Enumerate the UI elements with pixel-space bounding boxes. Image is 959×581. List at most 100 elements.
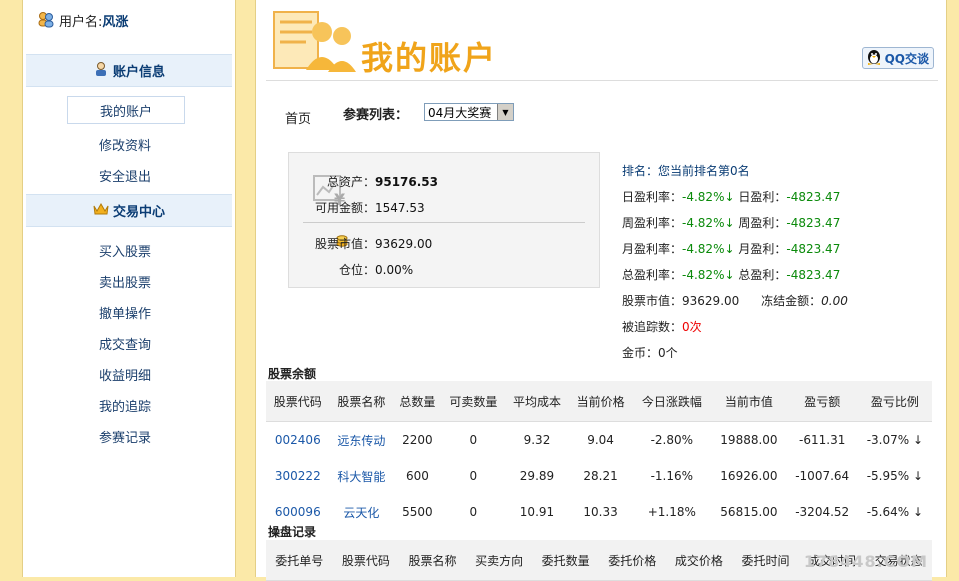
total-assets-value: 95176.53 <box>375 175 439 189</box>
qq-penguin-icon <box>865 48 883 69</box>
col-header: 当前价格 <box>568 381 633 422</box>
orders-title: 操盘记录 <box>268 525 317 539</box>
stock-name-link[interactable]: 云天化 <box>330 494 394 530</box>
col-header: 可卖数量 <box>441 381 506 422</box>
available-funds-value: 1547.53 <box>375 201 425 215</box>
total-row: 总盈利率：-4.82%↓ 总盈利：-4823.47 <box>622 266 840 283</box>
qq-chat-button[interactable]: QQ交谈 <box>861 47 934 69</box>
weekly-rate-value: -4.82%↓ <box>682 216 735 230</box>
nav-trade-query[interactable]: 成交查询 <box>67 330 183 356</box>
frozen-label: 冻结金额： <box>761 294 822 308</box>
home-link[interactable]: 首页 <box>285 108 311 127</box>
stock-code-link[interactable]: 300222 <box>266 458 330 494</box>
col-header: 平均成本 <box>505 381 569 422</box>
col-header: 委托数量 <box>532 540 599 581</box>
col-header: 委托时间 <box>732 540 799 581</box>
monthly-profit-label: 月盈利： <box>738 242 787 256</box>
col-header: 买卖方向 <box>465 540 533 581</box>
section-trading-center: 交易中心 <box>26 194 232 227</box>
stock-name-link[interactable]: 科大智能 <box>330 458 394 494</box>
cell-pl-pct: -3.07% ↓ <box>866 433 924 447</box>
col-header: 成交价格 <box>665 540 733 581</box>
nav-edit-profile[interactable]: 修改资料 <box>67 131 183 157</box>
page-header: 我的账户 QQ交谈 <box>266 0 938 81</box>
cell-total: 5500 <box>402 505 433 519</box>
page-title: 我的账户 <box>361 39 498 77</box>
tracked-row: 被追踪数：0次 <box>622 318 702 335</box>
col-header: 委托价格 <box>598 540 666 581</box>
holdings-title: 股票余额 <box>268 367 317 381</box>
holdings-header-row: 股票代码 股票名称 总数量 可卖数量 平均成本 当前价格 今日涨跌幅 当前市值 … <box>266 381 932 422</box>
nav-profit-detail[interactable]: 收益明细 <box>67 361 183 387</box>
tracked-label: 被追踪数： <box>622 320 683 334</box>
monthly-profit-value: -4823.47 <box>786 242 841 256</box>
cell-change: +1.18% <box>647 505 696 519</box>
weekly-row: 周盈利率：-4.82%↓ 周盈利：-4823.47 <box>622 214 840 231</box>
daily-rate-label: 日盈利率： <box>622 190 683 204</box>
nav-my-account[interactable]: 我的账户 <box>67 96 185 124</box>
total-assets-label: 总资产： <box>326 175 375 189</box>
section-trading-center-title: 交易中心 <box>112 205 165 220</box>
weekly-profit-value: -4823.47 <box>786 216 841 230</box>
weekly-profit-label: 周盈利： <box>738 216 787 230</box>
cell-cost: 10.91 <box>519 505 555 519</box>
sidebar: 用户名: 风涨 账户信息 我的账户 修改资料 安全退出 交易中心 买入股票 卖出… <box>22 0 236 577</box>
dropdown-arrow-icon[interactable]: ▼ <box>497 104 513 120</box>
table-row: 002406 远东传动 2200 0 9.32 9.04 -2.80% 1988… <box>266 422 932 459</box>
asset-divider <box>303 222 585 223</box>
nav-cancel-order[interactable]: 撤单操作 <box>67 299 183 325</box>
watermark: 178448.COM <box>803 552 928 571</box>
available-funds-label: 可用金额： <box>314 201 375 215</box>
cell-pl-pct: -5.64% ↓ <box>866 505 924 519</box>
col-header: 委托单号 <box>266 540 333 581</box>
qq-chat-label: QQ交谈 <box>884 51 929 66</box>
rank-market-value-label: 股票市值： <box>622 294 683 308</box>
cell-cost: 9.32 <box>523 433 551 447</box>
nav-sell-stock[interactable]: 卖出股票 <box>67 268 183 294</box>
asset-summary: ¥ 总资产：95176.53 可用金额：1547.53 股票市值：93629.0… <box>288 152 600 288</box>
rank-text: 排名：您当前排名第0名 <box>622 164 750 178</box>
cell-price: 28.21 <box>583 469 618 483</box>
col-header: 盈亏比例 <box>857 381 932 422</box>
user-label: 用户名: <box>59 14 103 30</box>
contest-select[interactable]: 04月大奖赛 ▼ <box>424 103 514 121</box>
total-profit-value: -4823.47 <box>786 268 841 282</box>
nav-contest-record[interactable]: 参赛记录 <box>67 423 183 449</box>
daily-profit-value: -4823.47 <box>786 190 841 204</box>
cell-sellable: 0 <box>469 433 478 447</box>
col-header: 股票名称 <box>329 381 394 422</box>
cell-pl: -1007.64 <box>795 469 850 483</box>
contest-list-label: 参赛列表： <box>343 108 409 123</box>
nav-buy-stock[interactable]: 买入股票 <box>67 237 183 263</box>
stock-code-link[interactable]: 002406 <box>266 422 330 459</box>
total-profit-label: 总盈利： <box>738 268 787 282</box>
coins-row: 金币：0个 <box>622 344 678 361</box>
cell-value: 56815.00 <box>720 505 778 519</box>
contest-selected-value: 04月大奖赛 <box>428 105 492 120</box>
total-rate-label: 总盈利率： <box>622 268 683 282</box>
cell-change: -1.16% <box>650 469 694 483</box>
nav-my-tracking[interactable]: 我的追踪 <box>67 392 183 418</box>
monthly-rate-label: 月盈利率： <box>622 242 683 256</box>
cell-pl-pct: -5.95% ↓ <box>866 469 924 483</box>
table-row: 300222 科大智能 600 0 29.89 28.21 -1.16% 169… <box>266 458 932 494</box>
cell-cost: 29.89 <box>519 469 555 483</box>
account-banner-icon <box>272 8 356 77</box>
cell-pl: -611.31 <box>799 433 846 447</box>
cell-total: 600 <box>405 469 429 483</box>
nav-logout[interactable]: 安全退出 <box>67 162 183 188</box>
tracked-value: 0次 <box>682 320 702 334</box>
coins-label: 金币： <box>622 346 659 360</box>
col-header: 总数量 <box>393 381 442 422</box>
user-info: 用户名: 风涨 <box>37 10 128 30</box>
position-label: 仓位： <box>338 263 375 277</box>
col-header: 当前市值 <box>711 381 787 422</box>
user-icon <box>37 10 55 31</box>
position-value: 0.00% <box>375 263 414 277</box>
stock-value-value: 93629.00 <box>375 237 433 251</box>
coins-value: 0个 <box>658 346 678 360</box>
holdings-table: 股票代码 股票名称 总数量 可卖数量 平均成本 当前价格 今日涨跌幅 当前市值 … <box>266 381 932 530</box>
cell-value: 16926.00 <box>720 469 778 483</box>
daily-row: 日盈利率：-4.82%↓ 日盈利：-4823.47 <box>622 188 840 205</box>
stock-name-link[interactable]: 远东传动 <box>330 422 394 459</box>
